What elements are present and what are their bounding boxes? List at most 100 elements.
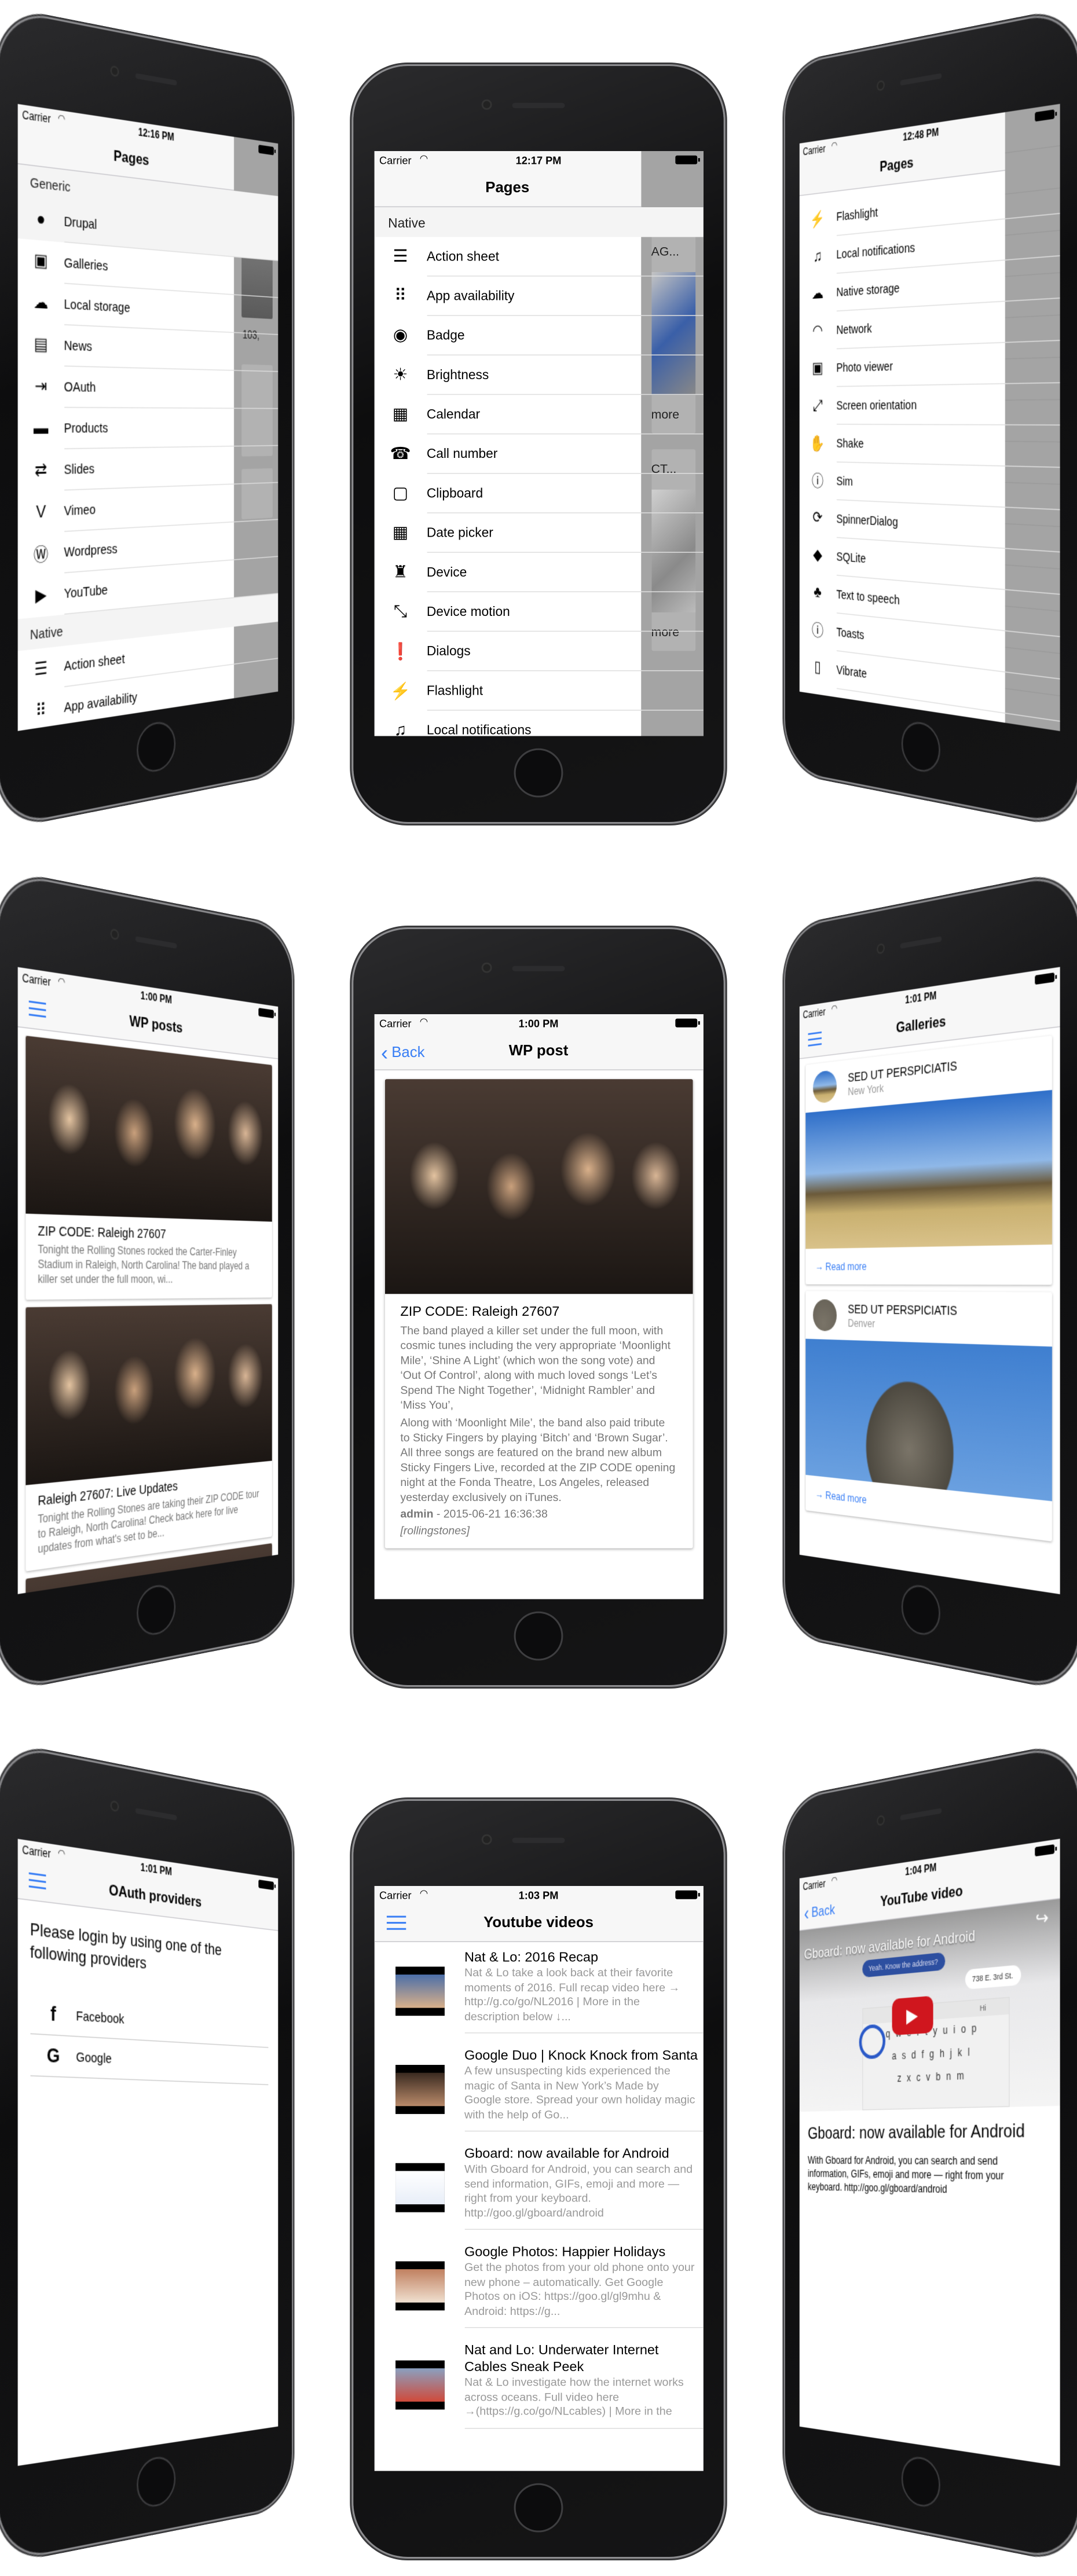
- video-item[interactable]: Nat & Lo: 2016 Recap Nat & Lo take a look…: [374, 1942, 704, 2041]
- video-player[interactable]: Gboard: now available for Android ↪ Yeah…: [799, 1899, 1060, 2112]
- home-button[interactable]: [137, 719, 176, 775]
- video-title: Gboard: now available for Android: [464, 2146, 669, 2162]
- post-card[interactable]: ZIP CODE: Raleigh 27607 Tonight the Rolli…: [25, 1036, 272, 1300]
- camera: [877, 942, 885, 955]
- menu-item[interactable]: ☀ Brightness: [374, 355, 704, 395]
- camera: [481, 99, 492, 110]
- camera: [481, 962, 492, 973]
- bell-icon: ♫: [813, 247, 822, 266]
- video-title: Nat and Lo: Underwater Internet Cables S…: [464, 2343, 659, 2375]
- post-tags[interactable]: [rollingstones]: [400, 1524, 676, 1537]
- video-thumbnail: [395, 2163, 445, 2212]
- video-description: With Gboard for Android, you can search …: [808, 2154, 1004, 2196]
- home-button[interactable]: [514, 2483, 563, 2533]
- share-icon[interactable]: ↪: [1035, 1906, 1049, 1931]
- menu-item[interactable]: ☰ Action sheet: [374, 237, 704, 277]
- phone-youtube-video: ‹ Back YouTube video Carrier ◠ 1:04 PM Gboar…: [785, 1744, 1077, 2562]
- home-button[interactable]: [514, 748, 563, 798]
- camera: [481, 1834, 492, 1845]
- screen: OAuth providers Carrier ◠ 1:01 PM Please l…: [17, 1839, 278, 2466]
- home-button[interactable]: [901, 1582, 940, 1638]
- video-item[interactable]: Google Duo | Knock Knock from Santa A few…: [374, 2041, 704, 2139]
- menu-list[interactable]: Generic ● Drupal ▣ Galleries ☁ Local storage ▤…: [17, 164, 278, 731]
- read-more-link[interactable]: → Read more: [805, 1245, 1052, 1285]
- menu-list[interactable]: ⚡ Flashlight ♫ Local notifications ☁ Native s…: [799, 171, 1060, 731]
- phone-pages-native-scrolled: Carrier ◠ 12:48 PM Pages ⚡ Flashlight ♫ Local…: [785, 9, 1077, 827]
- post-card[interactable]: Raleigh 27607: Live Updates Tonight the R…: [25, 1304, 272, 1572]
- video-item[interactable]: Nat and Lo: Underwater Internet Cables S…: [374, 2335, 704, 2435]
- apps-icon: ⠿: [394, 287, 406, 306]
- cube-icon: ◆: [813, 546, 822, 565]
- menu-list[interactable]: Native ☰ Action sheet ⠿ App availability ◉ Ba…: [373, 207, 704, 736]
- menu-item[interactable]: ✋ Shake: [799, 424, 1060, 468]
- gallery-title: SED UT PERSPICIATIS: [848, 1302, 957, 1319]
- page-title: Pages: [485, 179, 530, 196]
- side-menu: Pages Native ☰ Action sheet ⠿ App availabil…: [373, 151, 704, 736]
- menu-item[interactable]: ⠿ App availability: [374, 277, 704, 316]
- speaker: [512, 966, 565, 971]
- home-button[interactable]: [514, 1611, 563, 1661]
- video-list[interactable]: Nat & Lo: 2016 Recap Nat & Lo take a look…: [374, 1942, 704, 2471]
- menu-item-label: Shake: [836, 424, 1060, 468]
- gallery-card[interactable]: SED UT PERSPICIATIS New York → Read more: [805, 1036, 1052, 1285]
- mobile-icon: ▯: [814, 658, 821, 677]
- post-image: [25, 1036, 272, 1222]
- menu-item-label: Device motion: [426, 592, 704, 632]
- video-thumbnail: [395, 2360, 445, 2410]
- speaker: [900, 936, 942, 949]
- provider-label: Facebook: [76, 2008, 124, 2027]
- menu-item[interactable]: ⤡ Device motion: [374, 592, 704, 632]
- post-image: [384, 1079, 693, 1294]
- video-item[interactable]: Gboard: now available for Android With Gb…: [374, 2138, 704, 2237]
- menu-item[interactable]: ◉ Badge: [374, 316, 704, 355]
- gallery-list[interactable]: SED UT PERSPICIATIS New York → Read more SE…: [799, 1027, 1060, 1594]
- archive-icon: ▬: [33, 418, 49, 438]
- menu-item-label: Dialogs: [426, 632, 704, 671]
- gallery-card[interactable]: SED UT PERSPICIATIS Denver → Read more: [805, 1291, 1052, 1542]
- speaker: [900, 73, 942, 86]
- post-list[interactable]: ZIP CODE: Raleigh 27607 Tonight the Rolli…: [17, 1027, 278, 1594]
- cloud-icon: ☁: [811, 284, 824, 303]
- post-paragraph: The band played a killer set under the f…: [400, 1323, 671, 1412]
- menu-item[interactable]: ▦ Calendar: [374, 395, 704, 435]
- side-menu: Pages Generic ● Drupal ▣ Galleries ☁ Local st…: [17, 104, 278, 731]
- speaker: [135, 936, 177, 949]
- menu-item[interactable]: ⇥ OAuth: [17, 365, 278, 409]
- list-icon: ☰: [34, 659, 48, 680]
- menu-item[interactable]: ☎ Call number: [374, 434, 704, 474]
- screen: Youtube videos Carrier ◠ 1:03 PM Nat & Lo:…: [373, 1885, 704, 2471]
- home-button[interactable]: [137, 1582, 176, 1638]
- home-button[interactable]: [901, 719, 940, 775]
- menu-item[interactable]: ▦ Date picker: [374, 513, 704, 553]
- newspaper-icon: ▤: [34, 335, 48, 355]
- menu-item[interactable]: ♜ Device: [374, 553, 704, 593]
- battery-icon: [675, 1018, 700, 1028]
- post-card: ZIP CODE: Raleigh 27607 The band played …: [384, 1079, 693, 1548]
- video-description: Nat & Lo investigate how the internet wo…: [464, 2375, 684, 2418]
- menu-item-label: Flashlight: [426, 671, 704, 711]
- home-button[interactable]: [137, 2454, 176, 2510]
- screen: Carrier ◠ 12:48 PM Pages ⚡ Flashlight ♫ Local…: [799, 104, 1060, 731]
- menu-item[interactable]: ▬ Products: [17, 408, 278, 450]
- menu-item[interactable]: ⚡ Flashlight: [374, 671, 704, 711]
- page-title: Youtube videos: [483, 1914, 594, 1931]
- chat-bubble: 738 E. 3rd St.: [965, 1964, 1021, 1990]
- android-icon: ♜: [393, 563, 408, 582]
- video-item[interactable]: Google Photos: Happier Holidays Get the p…: [374, 2237, 704, 2335]
- speaker: [135, 1808, 177, 1821]
- play-button-icon[interactable]: ▶: [892, 1995, 933, 2036]
- oauth-content: Please login by using one of the followi…: [17, 1899, 278, 2465]
- camera: [110, 928, 119, 941]
- menu-item[interactable]: ♫ Local notifications: [374, 711, 703, 736]
- menu-item[interactable]: ❗ Dialogs: [374, 632, 704, 671]
- keyboard-keys: qwertyuiop asdfghjkl zxcvbnm: [863, 2014, 1009, 2091]
- post-detail[interactable]: ZIP CODE: Raleigh 27607 The band played …: [374, 1070, 703, 1599]
- menu-item[interactable]: ▢ Clipboard: [374, 474, 704, 513]
- provider-label: Google: [76, 2049, 112, 2067]
- facebook-icon: f: [50, 2002, 56, 2026]
- menu-item[interactable]: ⤢ Screen orientation: [799, 383, 1060, 425]
- phone-youtube-videos: Youtube videos Carrier ◠ 1:03 PM Nat & Lo:…: [353, 1801, 724, 2557]
- flash-icon: ⚡: [390, 682, 411, 701]
- home-button[interactable]: [901, 2454, 940, 2510]
- clipboard-icon: ▢: [392, 484, 408, 503]
